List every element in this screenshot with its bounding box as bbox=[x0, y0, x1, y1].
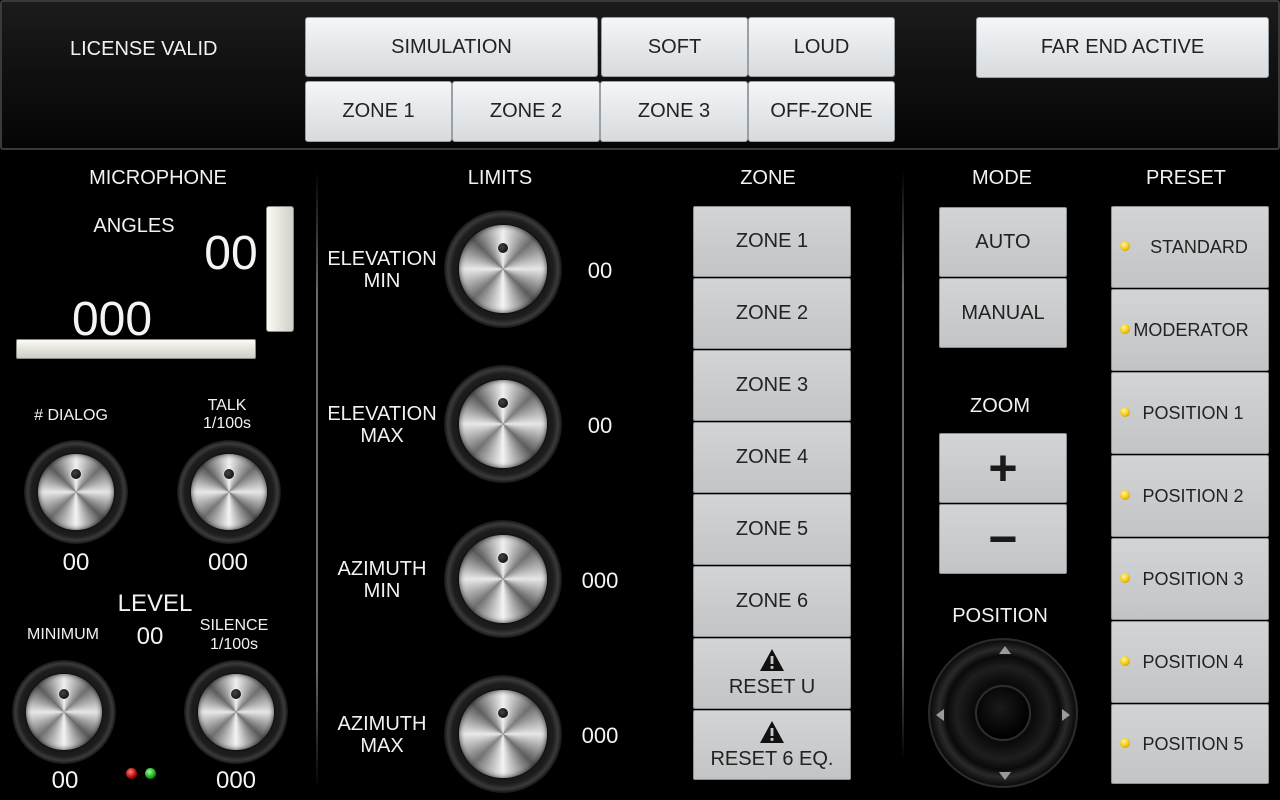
preset-led-icon bbox=[1120, 324, 1130, 334]
position-joystick[interactable] bbox=[928, 638, 1078, 788]
joystick-left-icon[interactable] bbox=[936, 709, 944, 721]
simulation-button[interactable]: SIMULATION bbox=[305, 17, 598, 77]
preset-led-icon bbox=[1120, 490, 1130, 500]
preset-label: POSITION 3 bbox=[1142, 568, 1244, 589]
zone-2-button[interactable]: ZONE 2 bbox=[693, 278, 851, 349]
zone-1-button[interactable]: ZONE 1 bbox=[693, 206, 851, 277]
auto-button[interactable]: AUTO bbox=[939, 207, 1067, 277]
preset-label: POSITION 5 bbox=[1142, 733, 1244, 754]
azimuth-min-label-1: AZIMUTH bbox=[337, 558, 427, 580]
silence-knob[interactable] bbox=[184, 660, 288, 764]
minimum-label: MINIMUM bbox=[27, 626, 99, 643]
azimuth-max-label-2: MAX bbox=[360, 735, 404, 757]
level-value: 00 bbox=[136, 623, 164, 650]
microphone-title: MICROPHONE bbox=[89, 167, 227, 189]
far-end-active-button[interactable]: FAR END ACTIVE bbox=[976, 17, 1269, 78]
status-led-green bbox=[145, 768, 156, 779]
divider-left bbox=[316, 170, 318, 790]
azimuth-max-label-1: AZIMUTH bbox=[337, 713, 427, 735]
zone-3-button[interactable]: ZONE 3 bbox=[693, 350, 851, 421]
loud-button[interactable]: LOUD bbox=[748, 17, 895, 77]
preset-label: POSITION 2 bbox=[1142, 485, 1244, 506]
elevation-max-label-2: MAX bbox=[360, 425, 404, 447]
reset-u-label: RESET U bbox=[728, 676, 816, 698]
preset-position-1-button[interactable]: POSITION 1 bbox=[1111, 372, 1269, 454]
license-status: LICENSE VALID bbox=[70, 38, 218, 60]
position-title: POSITION bbox=[952, 605, 1048, 627]
preset-led-icon bbox=[1120, 407, 1130, 417]
minimum-knob[interactable] bbox=[12, 660, 116, 764]
zoom-in-button[interactable]: + bbox=[939, 433, 1067, 503]
joystick-down-icon[interactable] bbox=[999, 772, 1011, 780]
manual-button[interactable]: MANUAL bbox=[939, 278, 1067, 348]
top-zone-1-button[interactable]: ZONE 1 bbox=[305, 81, 452, 142]
elevation-max-label-1: ELEVATION bbox=[327, 403, 437, 425]
azimuth-min-value: 000 bbox=[581, 568, 619, 593]
silence-unit: 1/100s bbox=[209, 636, 259, 653]
talk-knob[interactable] bbox=[177, 440, 281, 544]
elevation-min-label-2: MIN bbox=[363, 270, 401, 292]
joystick-center[interactable] bbox=[975, 685, 1031, 741]
zoom-out-button[interactable]: − bbox=[939, 504, 1067, 574]
azimuth-min-label-2: MIN bbox=[363, 580, 401, 602]
preset-label: MODERATOR bbox=[1133, 319, 1249, 340]
preset-label: STANDARD bbox=[1150, 236, 1248, 257]
elevation-min-value: 00 bbox=[587, 258, 613, 283]
reset-u-button[interactable]: RESET U bbox=[693, 638, 851, 709]
warning-icon bbox=[760, 649, 784, 671]
preset-standard-button[interactable]: STANDARD bbox=[1111, 206, 1269, 288]
preset-led-icon bbox=[1120, 573, 1130, 583]
preset-led-icon bbox=[1120, 738, 1130, 748]
limits-title: LIMITS bbox=[467, 167, 533, 189]
angles-label: ANGLES bbox=[93, 215, 175, 237]
status-led-red bbox=[126, 768, 137, 779]
top-off-zone-button[interactable]: OFF-ZONE bbox=[748, 81, 895, 142]
warning-icon bbox=[760, 720, 784, 743]
preset-led-icon bbox=[1120, 656, 1130, 666]
joystick-right-icon[interactable] bbox=[1062, 709, 1070, 721]
preset-position-2-button[interactable]: POSITION 2 bbox=[1111, 455, 1269, 537]
talk-value: 000 bbox=[207, 549, 249, 576]
azimuth-min-knob[interactable] bbox=[444, 520, 562, 638]
silence-label: SILENCE bbox=[199, 617, 269, 634]
talk-unit: 1/100s bbox=[202, 415, 252, 432]
angle-vertical-slider[interactable] bbox=[266, 206, 294, 332]
zone-6-button[interactable]: ZONE 6 bbox=[693, 566, 851, 637]
preset-label: POSITION 4 bbox=[1142, 651, 1244, 672]
elevation-max-value: 00 bbox=[587, 413, 613, 438]
preset-moderator-button[interactable]: MODERATOR bbox=[1111, 289, 1269, 371]
azimuth-max-knob[interactable] bbox=[444, 675, 562, 793]
reset-6-eq-button[interactable]: RESET 6 EQ. bbox=[693, 710, 851, 780]
zone-title: ZONE bbox=[740, 167, 796, 189]
dialog-label: # DIALOG bbox=[34, 407, 108, 424]
top-zone-3-button[interactable]: ZONE 3 bbox=[600, 81, 748, 142]
elevation-min-label-1: ELEVATION bbox=[327, 248, 437, 270]
elevation-min-knob[interactable] bbox=[444, 210, 562, 328]
zone-4-button[interactable]: ZONE 4 bbox=[693, 422, 851, 493]
preset-title: PRESET bbox=[1145, 167, 1227, 189]
zoom-title: ZOOM bbox=[970, 395, 1030, 417]
elevation-max-knob[interactable] bbox=[444, 365, 562, 483]
level-label: LEVEL bbox=[117, 590, 193, 617]
preset-position-5-button[interactable]: POSITION 5 bbox=[1111, 704, 1269, 784]
preset-led-icon bbox=[1120, 241, 1130, 251]
angle-horizontal-slider[interactable] bbox=[16, 339, 256, 359]
mode-title: MODE bbox=[972, 167, 1032, 189]
talk-label: TALK bbox=[207, 397, 247, 414]
preset-position-4-button[interactable]: POSITION 4 bbox=[1111, 621, 1269, 703]
zone-5-button[interactable]: ZONE 5 bbox=[693, 494, 851, 565]
dialog-knob[interactable] bbox=[24, 440, 128, 544]
angle-vertical-value: 00 bbox=[204, 227, 258, 280]
silence-value: 000 bbox=[215, 767, 257, 794]
top-zone-2-button[interactable]: ZONE 2 bbox=[452, 81, 600, 142]
joystick-up-icon[interactable] bbox=[999, 646, 1011, 654]
soft-button[interactable]: SOFT bbox=[601, 17, 748, 77]
reset-6-eq-label: RESET 6 EQ. bbox=[710, 747, 834, 770]
dialog-value: 00 bbox=[62, 549, 90, 576]
preset-position-3-button[interactable]: POSITION 3 bbox=[1111, 538, 1269, 620]
divider-right bbox=[902, 170, 904, 760]
minimum-value: 00 bbox=[51, 767, 79, 794]
preset-label: POSITION 1 bbox=[1142, 402, 1244, 423]
azimuth-max-value: 000 bbox=[581, 723, 619, 748]
